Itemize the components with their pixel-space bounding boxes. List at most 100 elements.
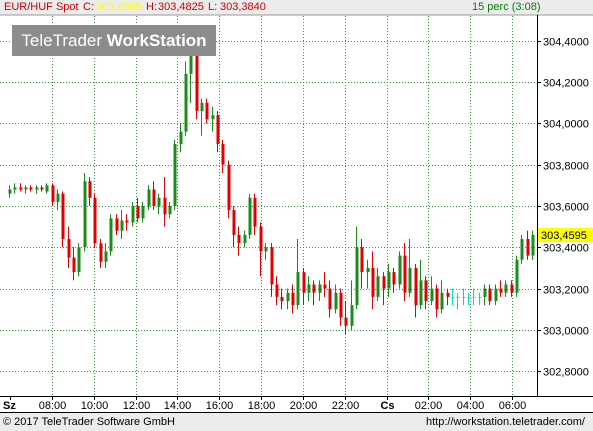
candle-body [366,267,370,273]
candle-body [430,288,434,301]
candle-body [456,296,460,298]
x-tick-label: 18:00 [248,400,276,412]
candle-body [435,288,439,310]
candle-body [296,272,300,306]
candle-body [515,259,519,293]
candle-body [467,296,471,298]
candle-body [83,181,87,248]
candle-body [499,288,503,293]
candle-body [205,102,209,120]
candle-body [120,220,124,231]
candle-body [382,276,386,289]
candle-body [29,187,33,190]
candle-body [494,288,498,301]
candle-body [125,220,129,223]
candle-body [104,251,108,262]
x-tick-label: Sz [3,400,16,412]
candle-body [531,234,535,256]
logo-text-2: WorkStation [106,31,207,50]
candle-body [72,257,76,273]
footer-url[interactable]: http://workstation.teletrader.com/ [426,416,585,431]
candle-body [339,292,343,318]
candle-body [483,288,487,297]
candle-body [302,272,306,293]
candle-body [414,267,418,306]
candle-body [157,197,161,206]
candle-body [136,206,140,219]
x-tick-label: 12:00 [123,400,151,412]
candle-body [147,189,151,206]
candle-body [56,193,60,202]
logo-text-1: TeleTrader [21,31,107,50]
candle-body [350,305,354,326]
candle-body [259,226,263,252]
x-tick-label: 20:00 [290,400,318,412]
candle-body [13,187,17,190]
candle-body [526,239,530,256]
candle-body [115,218,119,231]
candle-body [163,197,167,215]
candle-body [520,239,524,260]
candle-body [45,185,49,192]
candle [398,251,402,289]
candle-body [419,280,423,306]
teletrader-logo: TeleTrader WorkStation [12,25,216,56]
candle-body [334,292,338,310]
candle-body [141,206,145,219]
candle-body [291,292,295,306]
header-high-label: H: [146,1,157,13]
candle-body [344,317,348,326]
candle-body [392,272,396,285]
candle-body [67,239,71,258]
candle-body [504,284,508,293]
footer-copyright: © 2017 TeleTrader Software GmbH [3,416,175,428]
candle-body [275,284,279,297]
y-tick-label: 304,4000 [543,37,589,49]
last-price-label: 303,4595 [541,230,587,242]
candle-body [403,255,407,293]
header-close-value: 303,4595 [96,1,142,13]
candle-body [270,247,274,285]
candle-body [8,189,12,194]
candle-body [77,247,81,273]
header-interval[interactable]: 15 perc (3:08) [472,1,540,13]
y-tick-label: 302,8000 [543,367,589,379]
x-tick-label: 02:00 [415,400,443,412]
candle-body [360,247,364,273]
candle-body [398,255,402,285]
candle-body [131,206,135,223]
candle-body [216,115,220,145]
candle [61,191,65,248]
y-tick-label: 303,2000 [543,285,589,297]
candle [227,160,231,219]
candle-body [280,296,284,301]
candle-body [248,197,252,235]
y-tick-label: 303,0000 [543,326,589,338]
candle-body [424,280,428,301]
chart-window: 302,8000 303,0000 303,2000 303,4000 303,6000… [0,0,593,431]
candle-body [510,284,514,293]
x-tick-label: 22:00 [332,400,360,412]
candle-body [173,144,177,206]
candle-body [408,267,412,293]
candle-body [318,284,322,293]
candle-body [35,187,39,190]
candle [83,172,87,252]
x-tick-label: 10:00 [81,400,109,412]
header-close-label: C: [83,1,94,13]
candle [195,44,199,120]
candle-body [323,284,327,289]
candle-body [51,185,55,202]
candle-body [253,197,257,227]
candlestick-chart[interactable]: 302,8000 303,0000 303,2000 303,4000 303,6000… [0,0,593,431]
x-tick-label: 08:00 [39,400,67,412]
candle [248,193,252,240]
y-axis: 302,8000 303,0000 303,2000 303,4000 303,6000… [537,37,593,379]
header-low-value: 303,3840 [220,1,266,13]
candle-body [168,206,172,215]
header-symbol: EUR/HUF Spot [4,1,79,13]
candle [531,230,535,260]
candle-body [472,296,476,298]
candle-body [184,73,188,132]
candle-body [286,292,290,301]
